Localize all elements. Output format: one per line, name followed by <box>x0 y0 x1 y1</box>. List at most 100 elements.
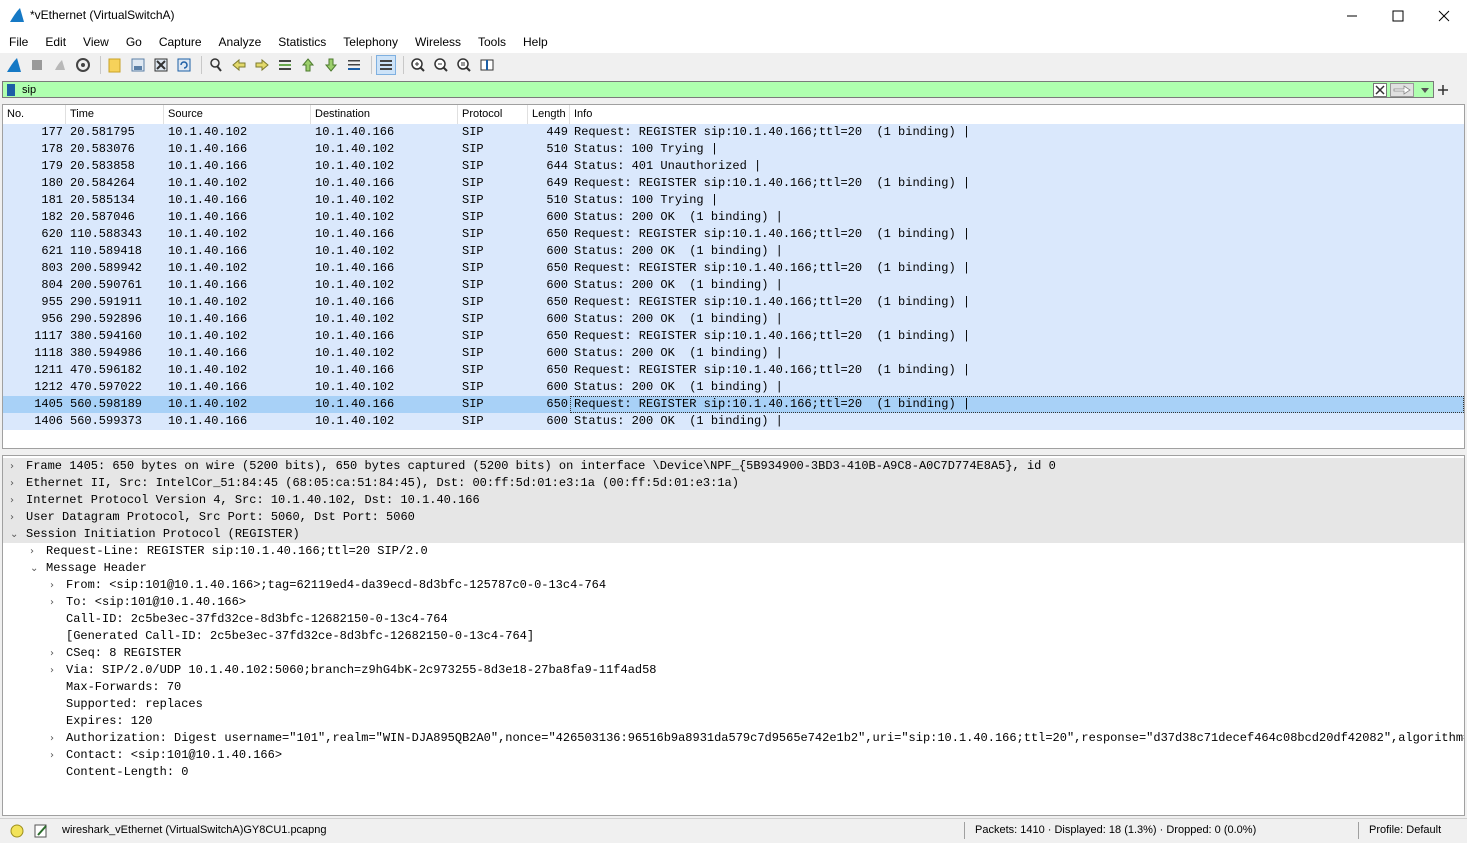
column-header-time[interactable]: Time <box>66 105 164 124</box>
chevron-down-icon[interactable]: ⌄ <box>30 560 40 577</box>
detail-row[interactable]: › Authorization: Digest username="101",re… <box>3 730 1464 747</box>
close-file-button[interactable] <box>151 55 171 75</box>
find-packet-button[interactable] <box>206 55 226 75</box>
menu-telephony[interactable]: Telephony <box>334 31 406 53</box>
save-file-button[interactable] <box>128 55 148 75</box>
packet-row[interactable]: 803 200.589942 10.1.40.102 10.1.40.166 SIP 65… <box>3 260 1464 277</box>
chevron-right-icon[interactable]: › <box>50 645 60 662</box>
chevron-right-icon[interactable]: › <box>10 509 20 526</box>
column-header-no[interactable]: No. <box>3 105 66 124</box>
maximize-button[interactable] <box>1375 0 1421 31</box>
column-header-source[interactable]: Source <box>164 105 311 124</box>
packet-row[interactable]: 1405 560.598189 10.1.40.102 10.1.40.166 SIP 6… <box>3 396 1464 413</box>
detail-row[interactable]: › CSeq: 8 REGISTER <box>3 645 1464 662</box>
column-header-protocol[interactable]: Protocol <box>458 105 528 124</box>
chevron-right-icon[interactable]: › <box>50 747 60 764</box>
normal-size-button[interactable] <box>454 55 474 75</box>
detail-row[interactable]: › Frame 1405: 650 bytes on wire (5200 bit… <box>3 458 1464 475</box>
expert-info-icon[interactable] <box>10 824 24 838</box>
packet-row[interactable]: 1212 470.597022 10.1.40.166 10.1.40.102 SIP 6… <box>3 379 1464 396</box>
filter-history-dropdown-icon[interactable] <box>1419 84 1431 96</box>
chevron-right-icon[interactable]: › <box>30 543 40 560</box>
colorize-button[interactable] <box>376 55 396 75</box>
menu-edit[interactable]: Edit <box>36 31 74 53</box>
detail-row[interactable]: Supported: replaces <box>3 696 1464 713</box>
go-to-packet-button[interactable] <box>275 55 295 75</box>
stop-capture-button[interactable] <box>27 55 47 75</box>
packet-row[interactable]: 804 200.590761 10.1.40.166 10.1.40.102 SIP 60… <box>3 277 1464 294</box>
packet-row[interactable]: 1406 560.599373 10.1.40.166 10.1.40.102 SIP 6… <box>3 413 1464 430</box>
menu-help[interactable]: Help <box>514 31 556 53</box>
menu-go[interactable]: Go <box>117 31 150 53</box>
menu-analyze[interactable]: Analyze <box>210 31 270 53</box>
menu-tools[interactable]: Tools <box>469 31 514 53</box>
detail-row[interactable]: › Request-Line: REGISTER sip:10.1.40.166;… <box>3 543 1464 560</box>
packet-row[interactable]: 181 20.585134 10.1.40.166 10.1.40.102 SIP 510… <box>3 192 1464 209</box>
zoom-out-button[interactable] <box>431 55 451 75</box>
detail-row[interactable]: › Ethernet II, Src: IntelCor_51:84:45 (68… <box>3 475 1464 492</box>
open-file-button[interactable] <box>105 55 125 75</box>
detail-row[interactable]: › To: <sip:101@10.1.40.166> <box>3 594 1464 611</box>
zoom-in-button[interactable] <box>408 55 428 75</box>
go-last-packet-button[interactable] <box>321 55 341 75</box>
profile-label[interactable]: Profile: Default <box>1369 824 1441 836</box>
go-back-button[interactable] <box>229 55 249 75</box>
detail-row[interactable]: › Via: SIP/2.0/UDP 10.1.40.102:5060;branc… <box>3 662 1464 679</box>
packet-row[interactable]: 179 20.583858 10.1.40.166 10.1.40.102 SIP 644… <box>3 158 1464 175</box>
chevron-right-icon[interactable]: › <box>10 475 20 492</box>
menu-view[interactable]: View <box>74 31 117 53</box>
packet-row[interactable]: 955 290.591911 10.1.40.102 10.1.40.166 SIP 65… <box>3 294 1464 311</box>
autoscroll-button[interactable] <box>344 55 364 75</box>
chevron-right-icon[interactable]: › <box>10 458 20 475</box>
packet-row[interactable]: 1211 470.596182 10.1.40.102 10.1.40.166 SIP 6… <box>3 362 1464 379</box>
capture-comment-icon[interactable] <box>33 823 49 839</box>
restart-capture-button[interactable] <box>50 55 70 75</box>
detail-row[interactable]: › User Datagram Protocol, Src Port: 5060,… <box>3 509 1464 526</box>
reload-file-button[interactable] <box>174 55 194 75</box>
detail-row[interactable]: [Generated Call-ID: 2c5be3ec-37fd32ce-8d… <box>3 628 1464 645</box>
display-filter-input[interactable] <box>22 83 1362 97</box>
clear-filter-icon[interactable] <box>1373 83 1387 97</box>
apply-filter-icon[interactable] <box>1390 83 1414 97</box>
packet-row[interactable]: 956 290.592896 10.1.40.166 10.1.40.102 SIP 60… <box>3 311 1464 328</box>
go-forward-button[interactable] <box>252 55 272 75</box>
minimize-button[interactable] <box>1329 0 1375 31</box>
bookmark-icon[interactable] <box>6 84 16 96</box>
packet-row[interactable]: 182 20.587046 10.1.40.166 10.1.40.102 SIP 600… <box>3 209 1464 226</box>
column-header-info[interactable]: Info <box>570 105 1464 124</box>
detail-row[interactable]: › From: <sip:101@10.1.40.166>;tag=62119ed… <box>3 577 1464 594</box>
resize-columns-button[interactable] <box>477 55 497 75</box>
packet-row[interactable]: 620 110.588343 10.1.40.102 10.1.40.166 SIP 65… <box>3 226 1464 243</box>
column-header-length[interactable]: Length <box>528 105 570 124</box>
chevron-right-icon[interactable]: › <box>10 492 20 509</box>
capture-options-button[interactable] <box>73 55 93 75</box>
packet-row[interactable]: 1117 380.594160 10.1.40.102 10.1.40.166 SIP 6… <box>3 328 1464 345</box>
chevron-right-icon[interactable]: › <box>50 577 60 594</box>
go-first-packet-button[interactable] <box>298 55 318 75</box>
detail-row[interactable]: Call-ID: 2c5be3ec-37fd32ce-8d3bfc-126821… <box>3 611 1464 628</box>
chevron-down-icon[interactable]: ⌄ <box>10 526 20 543</box>
packet-row[interactable]: 178 20.583076 10.1.40.166 10.1.40.102 SIP 510… <box>3 141 1464 158</box>
detail-row[interactable]: ⌄ Session Initiation Protocol (REGISTER) <box>3 526 1464 543</box>
detail-row[interactable]: Max-Forwards: 70 <box>3 679 1464 696</box>
menu-statistics[interactable]: Statistics <box>269 31 334 53</box>
close-button[interactable] <box>1421 0 1467 31</box>
menu-wireless[interactable]: Wireless <box>406 31 469 53</box>
column-header-destination[interactable]: Destination <box>311 105 458 124</box>
add-filter-button-icon[interactable] <box>1437 84 1449 96</box>
packet-row[interactable]: 621 110.589418 10.1.40.166 10.1.40.102 SIP 60… <box>3 243 1464 260</box>
menu-capture[interactable]: Capture <box>150 31 210 53</box>
chevron-right-icon[interactable]: › <box>50 594 60 611</box>
detail-row[interactable]: › Internet Protocol Version 4, Src: 10.1.… <box>3 492 1464 509</box>
start-capture-button[interactable] <box>4 55 24 75</box>
detail-row[interactable]: ⌄ Message Header <box>3 560 1464 577</box>
menu-file[interactable]: File <box>0 31 36 53</box>
detail-row[interactable]: Expires: 120 <box>3 713 1464 730</box>
detail-row[interactable]: Content-Length: 0 <box>3 764 1464 781</box>
packet-row[interactable]: 177 20.581795 10.1.40.102 10.1.40.166 SIP 449… <box>3 124 1464 141</box>
detail-row[interactable]: › Contact: <sip:101@10.1.40.166> <box>3 747 1464 764</box>
packet-row[interactable]: 1118 380.594986 10.1.40.166 10.1.40.102 SIP 6… <box>3 345 1464 362</box>
chevron-right-icon[interactable]: › <box>50 730 60 747</box>
packet-row[interactable]: 180 20.584264 10.1.40.102 10.1.40.166 SIP 649… <box>3 175 1464 192</box>
chevron-right-icon[interactable]: › <box>50 662 60 679</box>
